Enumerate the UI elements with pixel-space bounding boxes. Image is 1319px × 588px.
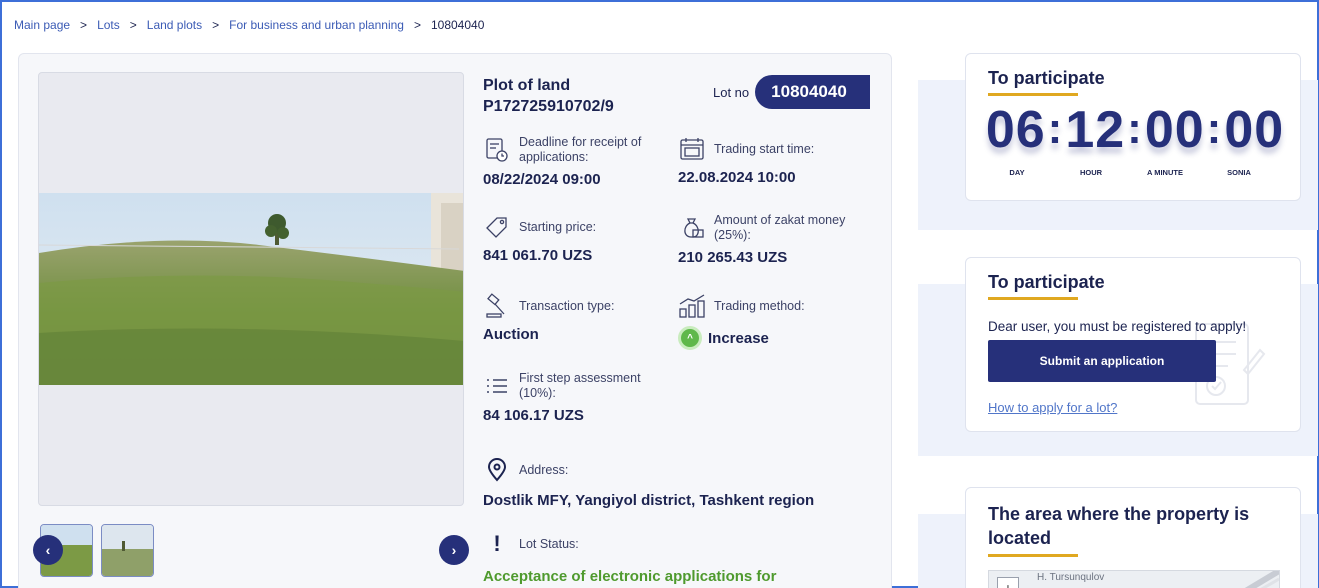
lot-title-line1: Plot of land — [483, 77, 571, 94]
countdown-minute-label: A MINUTE — [1147, 168, 1183, 177]
countdown-second-label: SONIA — [1227, 168, 1251, 177]
lot-no-label: Lot no — [713, 84, 750, 100]
address-field: Address: Dostlik MFY, Yangiyol district,… — [483, 456, 883, 509]
chevron-left-icon: ‹ — [45, 542, 51, 558]
deadline-label: Deadline for receipt of applications: — [519, 135, 642, 164]
transaction-type-value: Auction — [483, 326, 539, 343]
arrow-up-icon: ^ — [678, 326, 702, 350]
lot-status-field: ! Lot Status: Acceptance of electronic a… — [483, 530, 883, 585]
address-label: Address: — [519, 462, 569, 477]
countdown-title: To participate — [988, 68, 1105, 88]
prev-photo-button[interactable]: ‹ — [33, 535, 63, 565]
title-underline — [988, 297, 1078, 300]
title-underline — [988, 93, 1078, 96]
property-map[interactable]: + H. Tursunqulov — [988, 570, 1280, 588]
lot-number: Lot no 10804040 — [713, 75, 871, 109]
money-bag-icon — [678, 214, 706, 242]
first-step-field: First step assessment (10%): 84 106.17 U… — [483, 371, 663, 424]
lot-title-line2: P172725910702/9 — [483, 98, 614, 115]
exclamation-icon: ! — [493, 531, 501, 556]
deadline-value: 08/22/2024 09:00 — [483, 171, 601, 188]
zakat-value: 210 265.43 UZS — [678, 249, 788, 266]
lot-photo — [39, 193, 463, 385]
next-photo-button[interactable]: › — [439, 535, 469, 565]
zakat-label: Amount of zakat money (25%): — [714, 213, 846, 242]
countdown-minutes: 00 — [1144, 101, 1205, 159]
trading-method-field: Trading method: ^ Increase — [678, 292, 858, 350]
zakat-field: Amount of zakat money (25%): 210 265.43 … — [678, 213, 858, 266]
breadcrumb: Main page > Lots > Land plots > For busi… — [14, 18, 484, 32]
chevron-right-icon: > — [413, 18, 421, 32]
trading-method-label: Trading method: — [714, 298, 805, 313]
chevron-right-icon: › — [451, 542, 457, 558]
location-pin-icon — [483, 456, 511, 484]
chevron-right-icon: > — [129, 18, 137, 32]
transaction-type-field: Transaction type: Auction — [483, 292, 663, 343]
map-title: The area where the property is located — [988, 504, 1250, 548]
first-step-label: First step assessment (10%): — [519, 371, 641, 400]
chevron-right-icon: > — [212, 18, 220, 32]
gavel-icon — [483, 292, 511, 320]
trading-start-value: 22.08.2024 10:00 — [678, 169, 796, 186]
calendar-icon — [678, 135, 706, 163]
lot-photo-viewer[interactable] — [38, 72, 464, 506]
rising-chart-icon — [678, 292, 706, 320]
breadcrumb-lots[interactable]: Lots — [97, 18, 120, 32]
lot-status-label: Lot Status: — [519, 536, 579, 551]
breadcrumb-current-lot: 10804040 — [430, 18, 485, 32]
document-clock-icon — [483, 136, 511, 164]
breadcrumb-main-page[interactable]: Main page — [14, 18, 70, 32]
thumbnail-2[interactable] — [101, 524, 154, 577]
list-icon — [483, 372, 511, 400]
countdown-timer: 06 : 12 : 00 : 00 DAY HOUR A MINUTE SONI… — [980, 98, 1290, 177]
trading-start-field: Trading start time: 22.08.2024 10:00 — [678, 135, 858, 186]
starting-price-field: Starting price: 841 061.70 UZS — [483, 213, 663, 264]
apply-message: Dear user, you must be registered to app… — [988, 319, 1247, 334]
countdown-hours: 12 — [1065, 101, 1126, 159]
lot-no-badge: 10804040 — [755, 75, 871, 109]
starting-price-label: Starting price: — [519, 219, 597, 234]
countdown-day-label: DAY — [1009, 168, 1025, 177]
title-underline — [988, 554, 1078, 557]
countdown-seconds: 00 — [1224, 101, 1285, 159]
lot-title: Plot of land P172725910702/9 — [483, 75, 614, 117]
countdown-days: 06 — [985, 101, 1046, 159]
chevron-right-icon: > — [80, 18, 88, 32]
countdown-hour-label: HOUR — [1079, 168, 1103, 177]
first-step-value: 84 106.17 UZS — [483, 407, 584, 424]
transaction-type-label: Transaction type: — [519, 298, 615, 313]
map-street-label: H. Tursunqulov — [1037, 572, 1105, 583]
breadcrumb-land-plots[interactable]: Land plots — [147, 18, 202, 32]
submit-application-button[interactable]: Submit an application — [988, 340, 1216, 382]
map-card: The area where the property is located +… — [965, 487, 1301, 588]
apply-title: To participate — [988, 272, 1105, 292]
apply-card: To participate Dear user, you must be re… — [965, 257, 1301, 432]
countdown-card: To participate 06 : 12 : 00 : 00 DAY HOU… — [965, 53, 1301, 201]
price-tag-icon — [483, 213, 511, 241]
lot-status-value: Acceptance of electronic applications fo… — [483, 568, 777, 585]
map-road — [1244, 571, 1279, 588]
zoom-in-button[interactable]: + — [997, 577, 1019, 588]
starting-price-value: 841 061.70 UZS — [483, 247, 593, 264]
address-value: Dostlik MFY, Yangiyol district, Tashkent… — [483, 492, 815, 509]
trading-method-value: Increase — [708, 329, 769, 347]
trading-method-value-row: ^ Increase — [678, 326, 858, 350]
how-to-apply-link[interactable]: How to apply for a lot? — [988, 400, 1117, 415]
trading-start-label: Trading start time: — [714, 141, 815, 156]
deadline-field: Deadline for receipt of applications: 08… — [483, 135, 663, 188]
breadcrumb-business-urban[interactable]: For business and urban planning — [229, 18, 404, 32]
